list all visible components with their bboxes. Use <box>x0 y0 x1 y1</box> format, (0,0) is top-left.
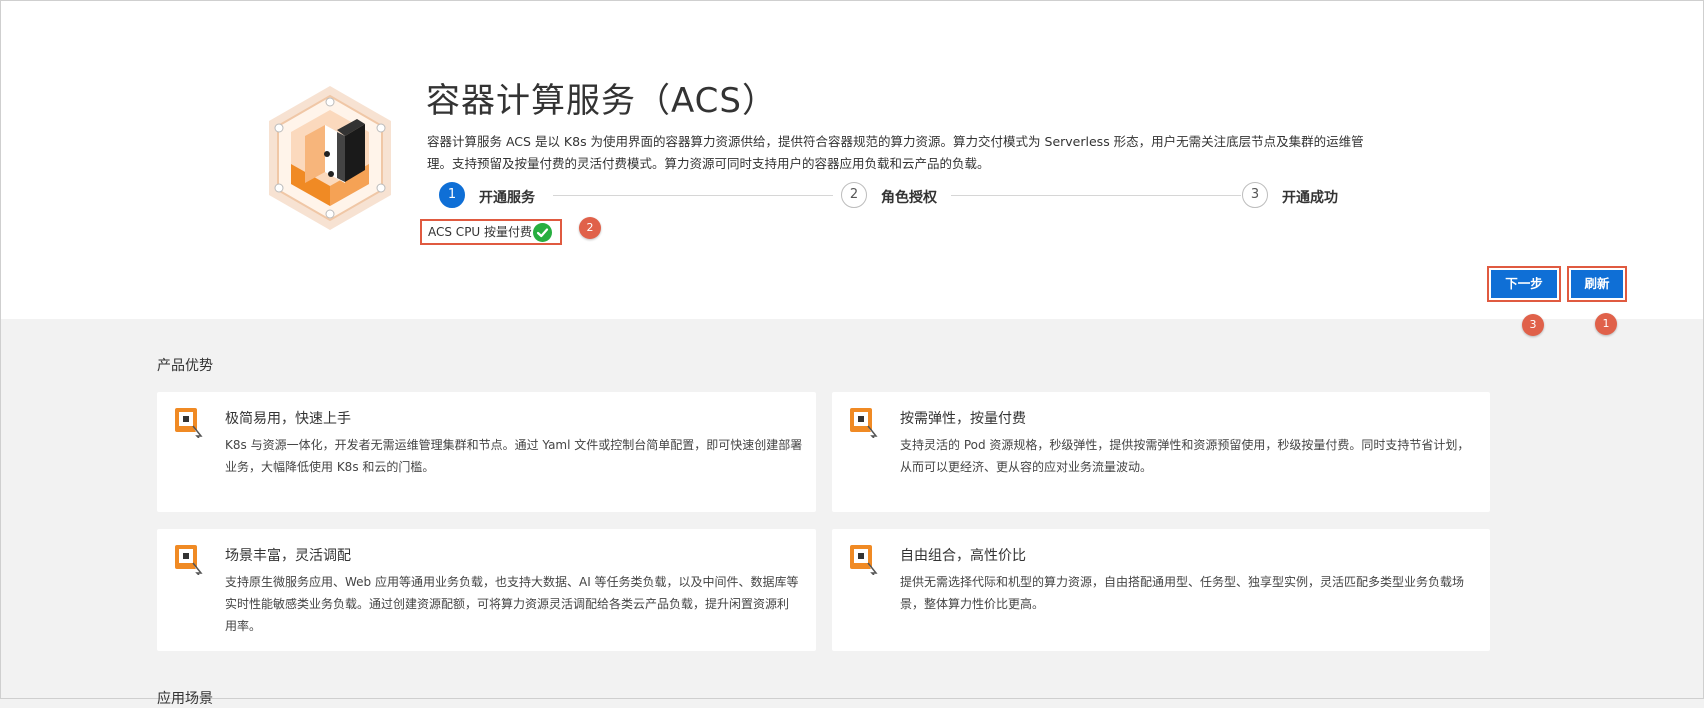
advantage-description: 支持原生微服务应用、Web 应用等通用业务负载，也支持大数据、AI 等任务类负载… <box>225 575 799 633</box>
annotation-badge-3: 3 <box>1522 314 1544 336</box>
feature-icon <box>175 408 203 438</box>
feature-icon <box>175 545 203 575</box>
next-step-button[interactable]: 下一步 <box>1487 266 1561 302</box>
billing-option-label: ACS CPU 按量付费 <box>428 225 533 239</box>
step-connector <box>951 195 1241 196</box>
refresh-label: 刷新 <box>1571 270 1623 298</box>
service-header: 容器计算服务（ACS） 容器计算服务 ACS 是以 K8s 为使用界面的容器算力… <box>1 1 1703 319</box>
advantage-title: 场景丰富，灵活调配 <box>225 548 351 564</box>
advantage-card: 场景丰富，灵活调配 支持原生微服务应用、Web 应用等通用业务负载，也支持大数据… <box>157 529 816 651</box>
feature-icon <box>850 545 878 575</box>
annotation-badge-2: 2 <box>579 217 601 239</box>
advantage-title: 极简易用，快速上手 <box>225 411 351 427</box>
step-3-indicator: 3 <box>1242 182 1268 208</box>
annotation-badge-1: 1 <box>1595 313 1617 335</box>
advantage-card: 自由组合，高性价比 提供无需选择代际和机型的算力资源，自由搭配通用型、任务型、独… <box>832 529 1490 651</box>
check-circle-icon <box>533 223 552 242</box>
advantage-description: K8s 与资源一体化，开发者无需运维管理集群和节点。通过 Yaml 文件或控制台… <box>225 438 803 474</box>
advantages-heading: 产品优势 <box>157 358 213 374</box>
acs-logo <box>269 86 391 230</box>
feature-icon <box>850 408 878 438</box>
advantage-card: 按需弹性，按量付费 支持灵活的 Pod 资源规格，秒级弹性，提供按需弹性和资源预… <box>832 392 1490 512</box>
step-1-indicator: 1 <box>439 182 465 208</box>
step-2-label: 角色授权 <box>881 190 937 206</box>
page-title: 容器计算服务（ACS） <box>426 81 777 121</box>
step-connector <box>553 195 833 196</box>
advantage-description: 提供无需选择代际和机型的算力资源，自由搭配通用型、任务型、独享型实例，灵活匹配多… <box>900 575 1465 611</box>
advantage-card: 极简易用，快速上手 K8s 与资源一体化，开发者无需运维管理集群和节点。通过 Y… <box>157 392 816 512</box>
refresh-button[interactable]: 刷新 <box>1567 266 1627 302</box>
billing-option-tag[interactable]: ACS CPU 按量付费 <box>420 219 562 245</box>
scenarios-heading: 应用场景 <box>157 691 213 707</box>
advantage-description: 支持灵活的 Pod 资源规格，秒级弹性，提供按需弹性和资源预留使用，秒级按量付费… <box>900 438 1470 474</box>
step-2-indicator: 2 <box>841 182 867 208</box>
step-3-label: 开通成功 <box>1282 190 1338 206</box>
next-step-label: 下一步 <box>1491 270 1557 298</box>
advantage-title: 按需弹性，按量付费 <box>900 411 1026 427</box>
advantage-title: 自由组合，高性价比 <box>900 548 1026 564</box>
service-description: 容器计算服务 ACS 是以 K8s 为使用界面的容器算力资源供给，提供符合容器规… <box>427 134 1364 171</box>
step-1-label: 开通服务 <box>479 190 535 206</box>
